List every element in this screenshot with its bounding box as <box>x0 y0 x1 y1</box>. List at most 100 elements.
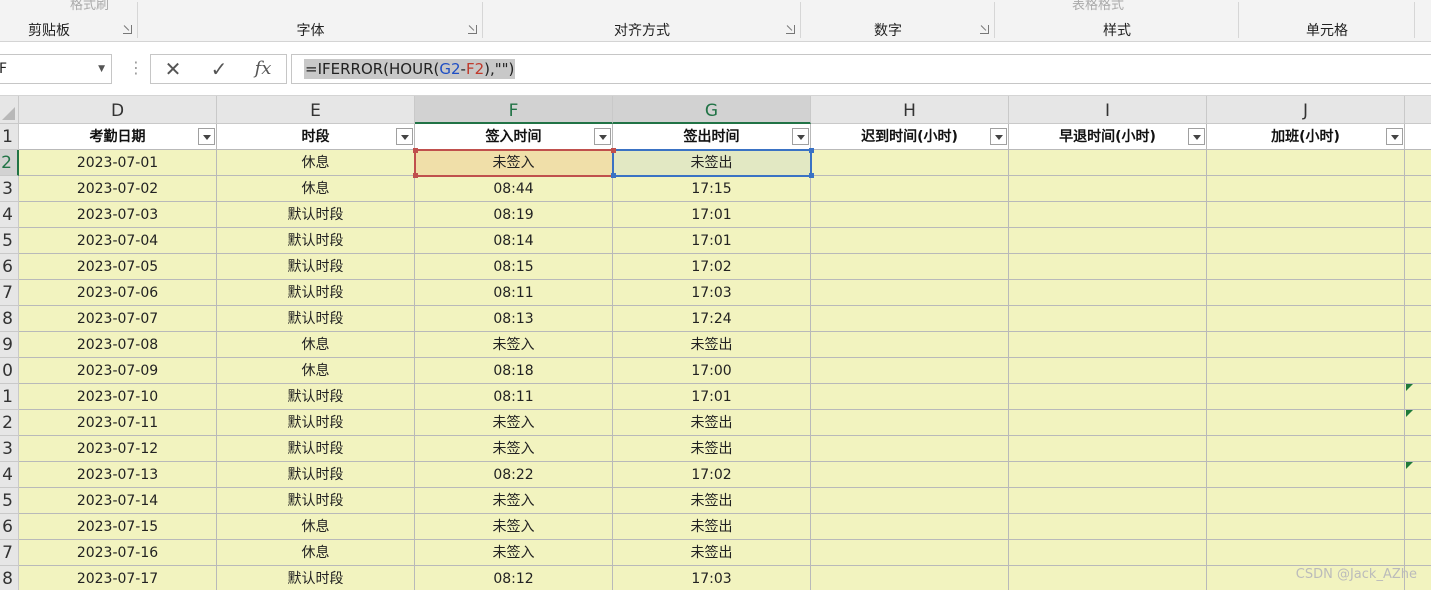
selection-handle[interactable] <box>413 173 418 178</box>
name-box[interactable]: F ▼ <box>0 54 112 84</box>
table-cell[interactable]: 2023-07-11 <box>19 410 217 436</box>
table-cell[interactable]: 默认时段 <box>217 410 415 436</box>
table-cell[interactable]: 2023-07-06 <box>19 280 217 306</box>
row-header[interactable]: 5 <box>0 228 19 254</box>
selection-handle[interactable] <box>809 148 814 153</box>
table-header-cell[interactable]: 签入时间 <box>415 124 613 150</box>
column-header-j[interactable]: J <box>1207 96 1405 124</box>
table-cell[interactable]: 17:24 <box>613 306 811 332</box>
selection-handle[interactable] <box>611 173 616 178</box>
table-cell[interactable]: 默认时段 <box>217 202 415 228</box>
table-cell[interactable]: 默认时段 <box>217 488 415 514</box>
table-cell[interactable] <box>1207 384 1405 410</box>
table-cell[interactable] <box>811 488 1009 514</box>
table-cell[interactable]: 未签出 <box>612 149 812 177</box>
row-header[interactable]: 8 <box>0 306 19 332</box>
chevron-down-icon[interactable]: ▼ <box>98 55 105 83</box>
table-cell[interactable] <box>811 566 1009 590</box>
table-cell[interactable] <box>1009 384 1207 410</box>
table-cell[interactable]: 2023-07-16 <box>19 540 217 566</box>
table-cell[interactable] <box>1009 202 1207 228</box>
column-header-e[interactable]: E <box>217 96 415 124</box>
table-cell[interactable] <box>1405 150 1431 176</box>
table-cell[interactable]: 默认时段 <box>217 566 415 590</box>
column-header-i[interactable]: I <box>1009 96 1207 124</box>
drag-handle-icon[interactable]: ⋮ <box>128 58 144 77</box>
table-cell[interactable] <box>1009 176 1207 202</box>
table-cell[interactable] <box>1405 488 1431 514</box>
table-cell[interactable] <box>1405 514 1431 540</box>
row-header[interactable]: 3 <box>0 176 19 202</box>
table-cell[interactable] <box>1009 280 1207 306</box>
row-header[interactable]: 8 <box>0 566 19 590</box>
table-cell[interactable] <box>1207 202 1405 228</box>
table-cell[interactable]: 未签入 <box>414 149 614 177</box>
table-cell[interactable]: 默认时段 <box>217 306 415 332</box>
table-cell[interactable]: 17:02 <box>613 254 811 280</box>
insert-function-icon[interactable]: fx <box>245 55 281 83</box>
table-cell[interactable]: 休息 <box>217 332 415 358</box>
row-header[interactable]: 1 <box>0 384 19 410</box>
filter-dropdown-icon[interactable] <box>198 128 215 145</box>
row-header[interactable]: 2 <box>0 150 19 176</box>
filter-dropdown-icon[interactable] <box>792 128 809 145</box>
selection-handle[interactable] <box>413 148 418 153</box>
cancel-icon[interactable]: ✕ <box>155 55 191 83</box>
dialog-launcher-icon[interactable] <box>786 25 795 34</box>
row-header[interactable]: 9 <box>0 332 19 358</box>
formula-input[interactable]: =IFERROR(HOUR(G2-F2),"") <box>291 54 1431 84</box>
table-cell[interactable] <box>1009 306 1207 332</box>
table-cell[interactable]: 08:22 <box>415 462 613 488</box>
table-cell[interactable]: 08:18 <box>415 358 613 384</box>
table-cell[interactable]: 默认时段 <box>217 462 415 488</box>
table-cell[interactable]: 休息 <box>217 358 415 384</box>
dialog-launcher-icon[interactable] <box>468 25 477 34</box>
table-cell[interactable]: 2023-07-10 <box>19 384 217 410</box>
table-cell[interactable]: 2023-07-01 <box>19 150 217 176</box>
column-header-g[interactable]: G <box>613 96 811 124</box>
table-cell[interactable]: 未签出 <box>613 514 811 540</box>
table-cell[interactable]: 2023-07-05 <box>19 254 217 280</box>
select-all-corner[interactable] <box>0 96 19 124</box>
table-cell[interactable]: 未签出 <box>613 332 811 358</box>
row-header[interactable]: 2 <box>0 410 19 436</box>
table-cell[interactable]: 2023-07-07 <box>19 306 217 332</box>
table-header-cell[interactable] <box>1405 124 1431 150</box>
filter-dropdown-icon[interactable] <box>1386 128 1403 145</box>
table-cell[interactable]: 休息 <box>217 150 415 176</box>
table-cell[interactable] <box>1009 254 1207 280</box>
table-cell[interactable] <box>1009 358 1207 384</box>
table-cell[interactable]: 休息 <box>217 540 415 566</box>
table-header-cell[interactable]: 早退时间(小时) <box>1009 124 1207 150</box>
table-cell[interactable]: 默认时段 <box>217 254 415 280</box>
table-cell[interactable] <box>1207 150 1405 176</box>
table-cell[interactable]: 17:03 <box>613 280 811 306</box>
table-cell[interactable]: 默认时段 <box>217 436 415 462</box>
table-cell[interactable]: 未签入 <box>415 514 613 540</box>
dialog-launcher-icon[interactable] <box>980 25 989 34</box>
table-cell[interactable]: 默认时段 <box>217 228 415 254</box>
row-header[interactable]: 3 <box>0 436 19 462</box>
table-cell[interactable] <box>811 280 1009 306</box>
table-cell[interactable]: 08:13 <box>415 306 613 332</box>
table-cell[interactable]: 17:02 <box>613 462 811 488</box>
table-header-cell[interactable]: 签出时间 <box>613 124 811 150</box>
table-cell[interactable] <box>811 150 1009 176</box>
table-cell[interactable] <box>811 306 1009 332</box>
table-cell[interactable] <box>1207 332 1405 358</box>
table-cell[interactable]: 未签入 <box>415 436 613 462</box>
table-cell[interactable]: 2023-07-13 <box>19 462 217 488</box>
table-cell[interactable] <box>1009 150 1207 176</box>
table-cell[interactable]: 17:01 <box>613 384 811 410</box>
table-cell[interactable]: 2023-07-08 <box>19 332 217 358</box>
table-cell[interactable] <box>811 514 1009 540</box>
filter-dropdown-icon[interactable] <box>594 128 611 145</box>
table-cell[interactable]: 2023-07-15 <box>19 514 217 540</box>
table-cell[interactable] <box>811 436 1009 462</box>
table-cell[interactable]: 未签出 <box>613 488 811 514</box>
table-cell[interactable] <box>1009 488 1207 514</box>
table-cell[interactable] <box>1009 332 1207 358</box>
table-cell[interactable]: 未签出 <box>613 540 811 566</box>
table-cell[interactable] <box>1405 254 1431 280</box>
table-cell[interactable] <box>1207 462 1405 488</box>
